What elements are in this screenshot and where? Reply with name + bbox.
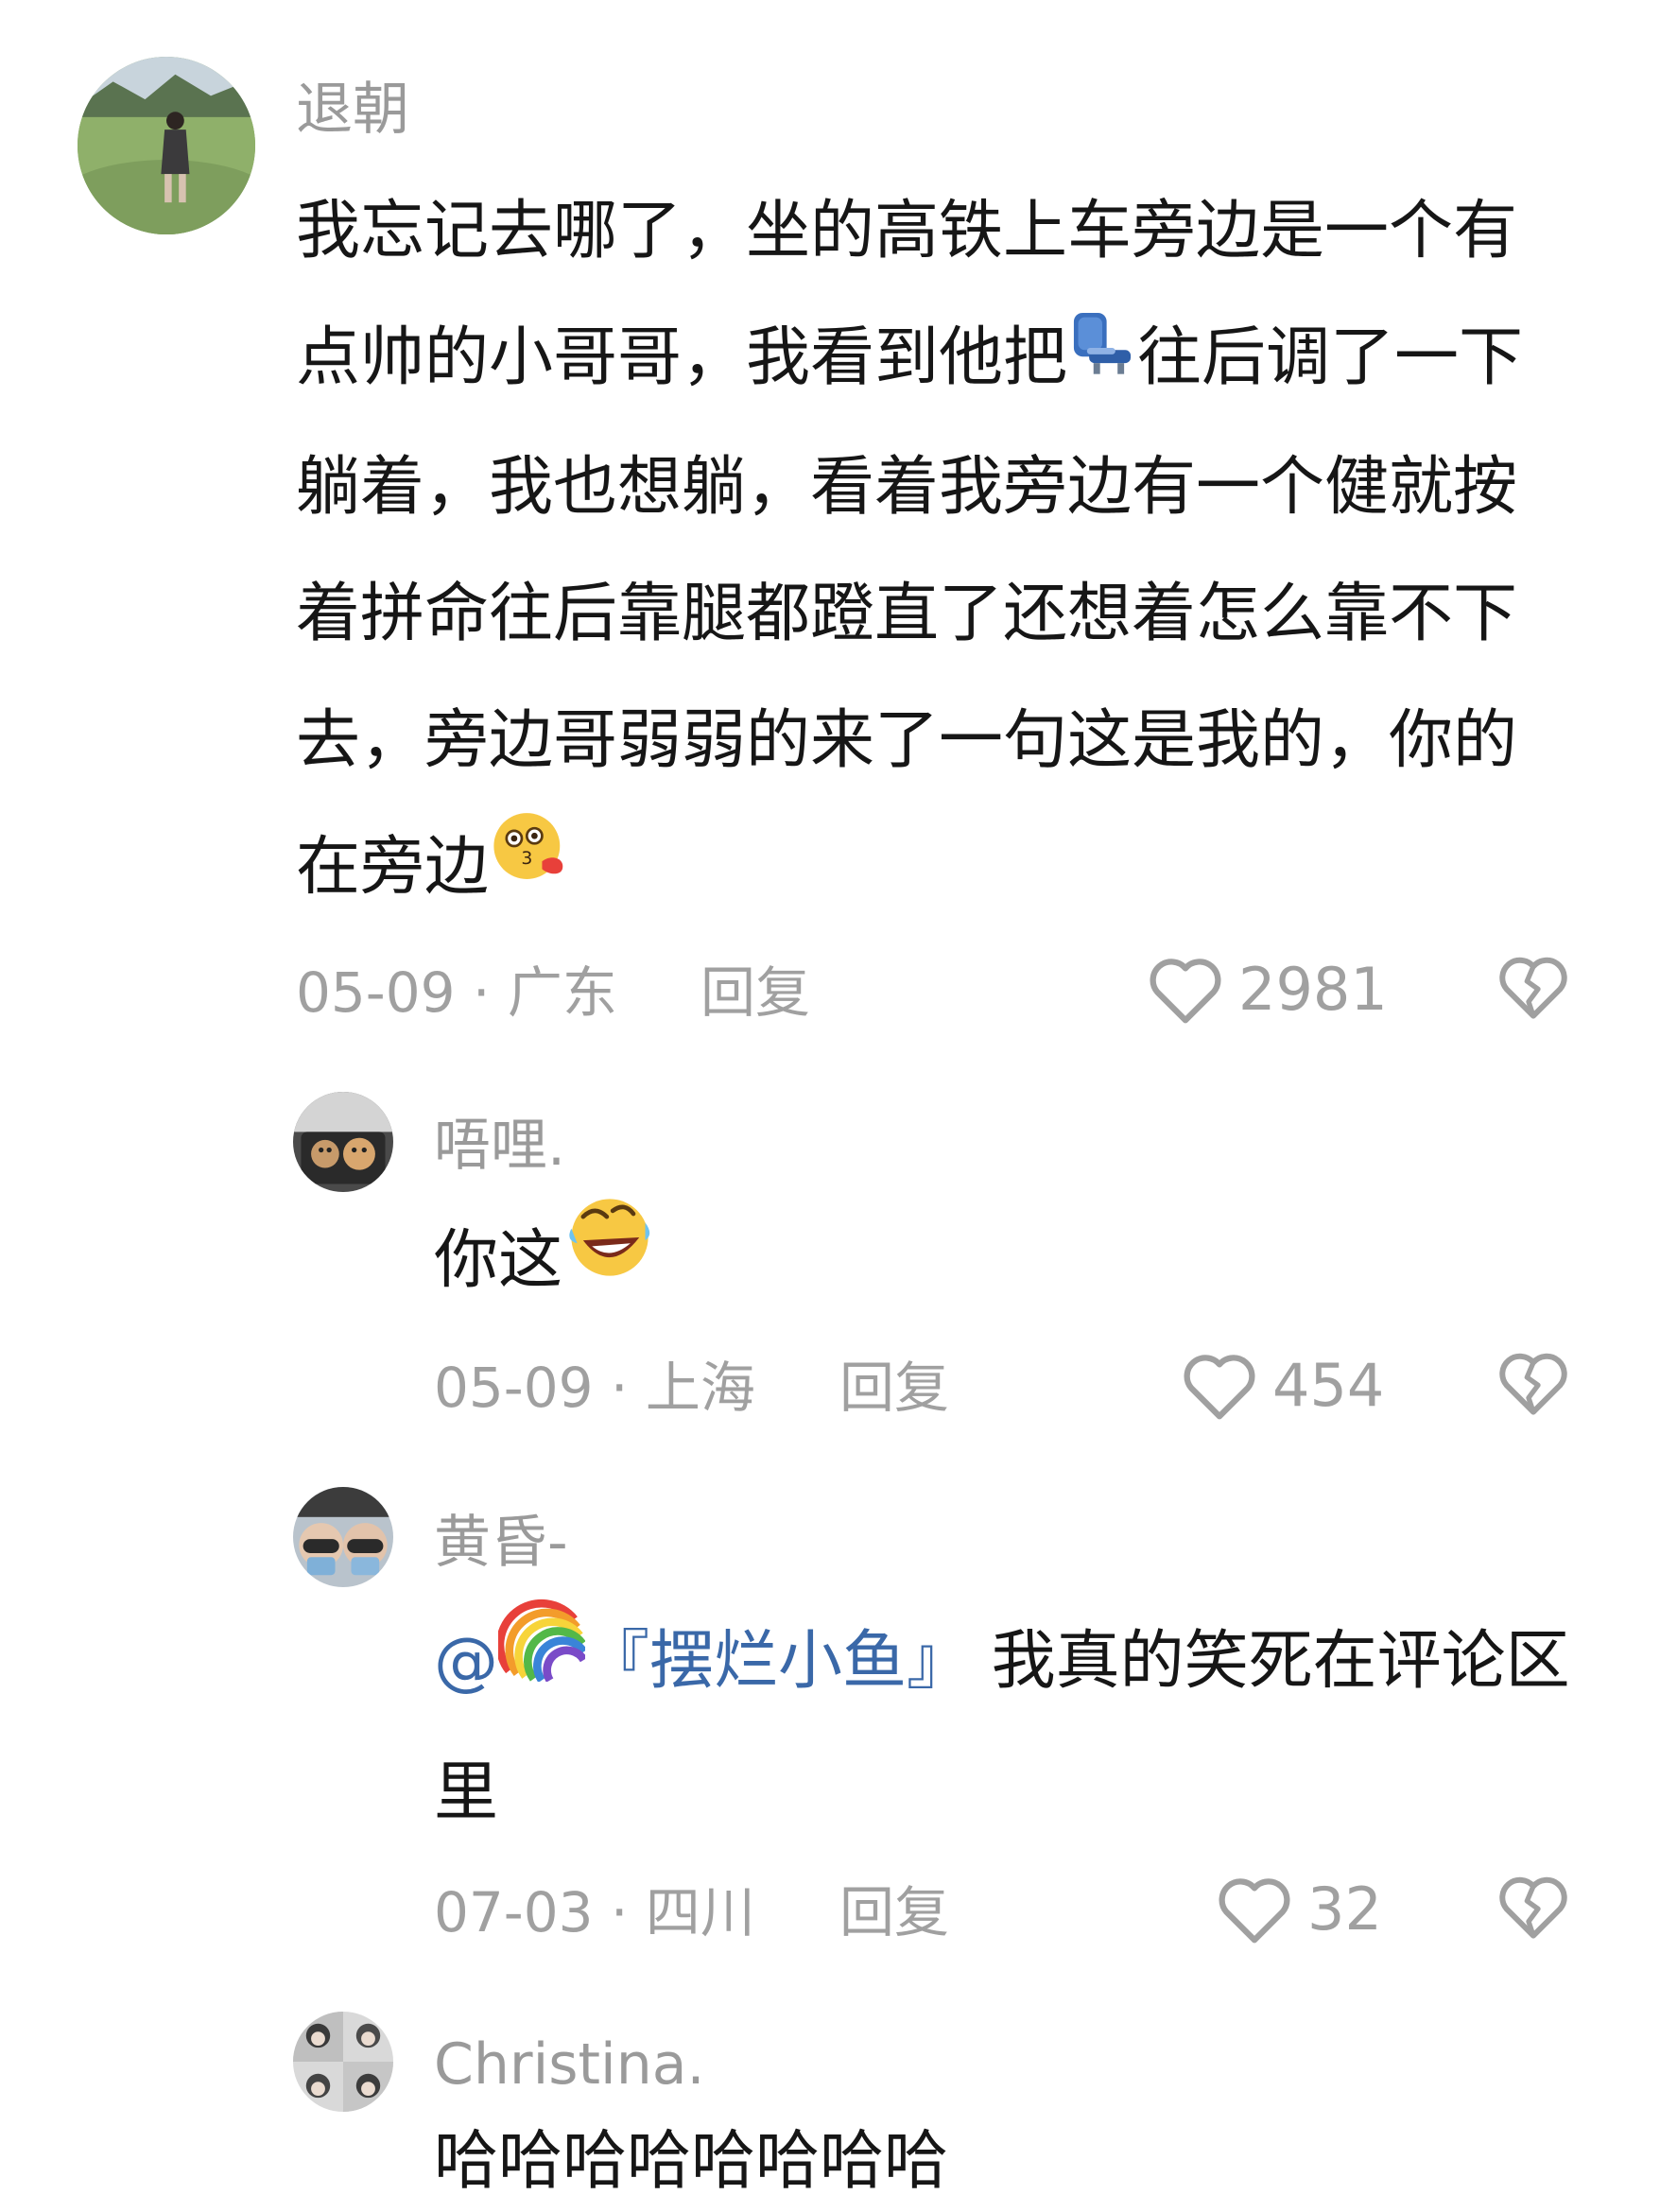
comment-text: 我忘记去哪了，坐的高铁上车旁边是一个有点帅的小哥哥，我看到他把 往后调了一下躺着… [296, 168, 1572, 935]
like-button[interactable]: 2981 [1146, 948, 1388, 1029]
like-button[interactable]: 454 [1180, 1344, 1384, 1426]
comment-text: 哈哈哈哈哈哈哈哈 [434, 2115, 1568, 2209]
comment-meta: 05-09 · 上海 [434, 1350, 755, 1426]
comment-date: 07-03 [434, 1880, 594, 1944]
heart-icon [1184, 1355, 1255, 1420]
avatar-image [293, 2012, 393, 2112]
seat-icon [1067, 292, 1137, 419]
avatar[interactable] [293, 1487, 393, 1587]
meta-separator: · [593, 1880, 646, 1944]
dislike-button[interactable] [1496, 1870, 1571, 1945]
kiss-face-icon: 3 [489, 803, 570, 929]
like-button[interactable]: 32 [1215, 1868, 1382, 1949]
broken-heart-icon [1499, 1876, 1567, 1939]
rolling-laugh-icon [562, 1190, 657, 1327]
reply-button[interactable]: 回复 [839, 1350, 949, 1426]
comment-text: @ 『摆烂小鱼』 我真的笑死在评论区里 [434, 1599, 1597, 1857]
avatar-image [78, 57, 255, 234]
like-count: 32 [1307, 1874, 1382, 1944]
comment-location: 四川 [645, 1880, 755, 1944]
comment-text-part: 哈哈哈哈哈哈哈哈 [434, 2124, 949, 2199]
comment-date: 05-09 [434, 1356, 594, 1420]
avatar[interactable] [78, 57, 255, 234]
comment-location: 上海 [645, 1356, 755, 1420]
heart-icon [1219, 1878, 1290, 1944]
comment-text-part: 往后调了一下躺着，我也想躺，看着我旁边有一个健就按着拼命往后靠腿都蹬直了还想着怎… [296, 320, 1524, 906]
meta-separator: · [593, 1356, 646, 1420]
avatar[interactable] [293, 1092, 393, 1192]
username[interactable]: 唔哩. [434, 1108, 565, 1184]
heart-icon [1150, 959, 1221, 1024]
svg-text:3: 3 [521, 849, 532, 869]
mention-at: @ [434, 1624, 498, 1699]
mention-link[interactable]: @ 『摆烂小鱼』 [434, 1599, 972, 1699]
comment-location: 广东 [507, 960, 617, 1025]
avatar-image [293, 1092, 393, 1192]
broken-heart-icon [1499, 957, 1567, 1019]
comment-text: 你这 [434, 1196, 1568, 1333]
avatar-image [293, 1487, 393, 1587]
username[interactable]: 退朝 [296, 72, 409, 147]
comment-meta: 07-03 · 四川 [434, 1875, 755, 1950]
username[interactable]: 黄昏- [434, 1505, 568, 1581]
comment-text-part: 你这 [434, 1223, 563, 1299]
meta-separator: · [455, 960, 508, 1025]
like-count: 454 [1272, 1350, 1385, 1420]
like-count: 2981 [1238, 954, 1388, 1024]
username[interactable]: Christina. [434, 2027, 705, 2102]
reply-button[interactable]: 回复 [700, 955, 810, 1030]
broken-heart-icon [1499, 1353, 1567, 1415]
reply-button[interactable]: 回复 [839, 1875, 949, 1950]
dislike-button[interactable] [1496, 1346, 1571, 1422]
mention-name: 『摆烂小鱼』 [585, 1624, 972, 1699]
avatar[interactable] [293, 2012, 393, 2112]
comment-date: 05-09 [296, 960, 456, 1025]
comment-meta: 05-09 · 广东 [296, 955, 617, 1030]
rainbow-icon [495, 1595, 588, 1724]
dislike-button[interactable] [1496, 950, 1571, 1026]
